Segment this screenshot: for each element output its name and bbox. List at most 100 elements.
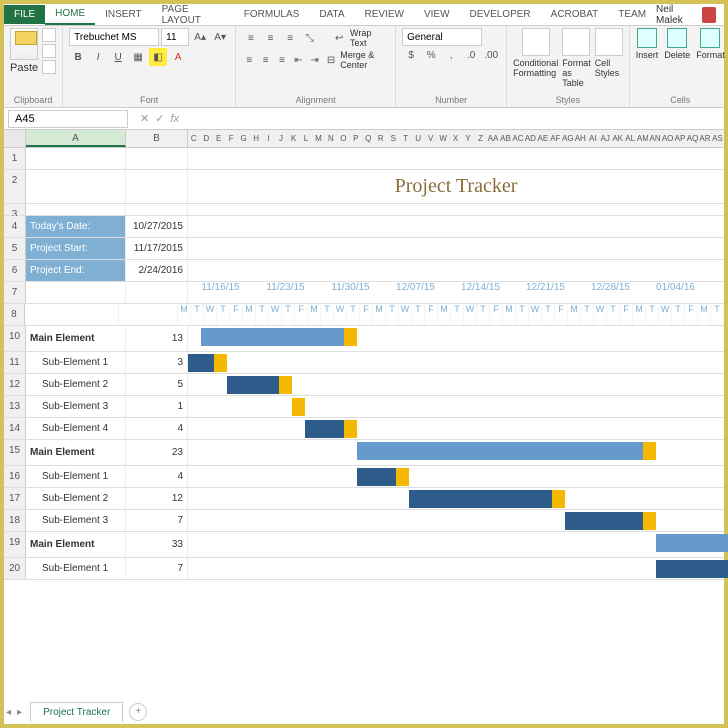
col-header[interactable]: AK [612,130,624,147]
conditional-formatting-button[interactable]: Conditional Formatting [513,28,558,88]
col-header[interactable]: S [388,130,400,147]
row-header[interactable]: 7 [4,282,26,303]
duration-cell[interactable]: 12 [126,488,188,509]
col-header[interactable]: AN [649,130,661,147]
merge-center-button[interactable]: ⊟ [324,51,338,69]
col-header[interactable]: W [437,130,449,147]
col-header[interactable]: AF [550,130,562,147]
col-header[interactable]: T [400,130,412,147]
duration-cell[interactable]: 1 [126,396,188,417]
duration-cell[interactable]: 4 [126,466,188,487]
row-header[interactable]: 18 [4,510,26,531]
tab-team[interactable]: TEAM [608,5,656,24]
wrap-text-button[interactable]: ↩ [330,29,348,47]
name-box[interactable] [8,110,128,128]
duration-cell[interactable]: 7 [126,510,188,531]
duration-cell[interactable]: 33 [126,532,188,557]
task-name-cell[interactable]: Sub-Element 3 [26,396,126,417]
increase-decimal-button[interactable]: .0 [462,46,480,64]
today-value-cell[interactable]: 10/27/2015 [126,216,188,237]
row-header[interactable]: 15 [4,440,26,465]
task-name-cell[interactable]: Main Element [26,326,126,351]
copy-button[interactable] [42,44,56,58]
fx-icon[interactable]: fx [170,113,179,125]
col-header[interactable]: AG [562,130,574,147]
tab-formulas[interactable]: FORMULAS [234,5,310,24]
gantt-cell[interactable] [188,488,724,509]
italic-button[interactable]: I [89,48,107,66]
duration-cell[interactable]: 5 [126,374,188,395]
cell[interactable] [188,216,724,237]
task-name-cell[interactable]: Sub-Element 4 [26,418,126,439]
select-all-corner[interactable] [4,130,26,147]
sheet-nav-first-icon[interactable]: ◂ [4,707,13,718]
col-header[interactable]: F [225,130,237,147]
duration-cell[interactable]: 7 [126,558,188,579]
font-name-select[interactable] [69,28,159,46]
col-header[interactable]: AD [525,130,537,147]
cell[interactable] [26,170,126,203]
task-name-cell[interactable]: Sub-Element 2 [26,374,126,395]
row-header[interactable]: 13 [4,396,26,417]
col-header[interactable]: AS [712,130,724,147]
col-header[interactable]: I [263,130,275,147]
col-header[interactable]: P [350,130,362,147]
row-header[interactable]: 19 [4,532,26,557]
font-color-button[interactable]: A [169,48,187,66]
align-bottom-button[interactable]: ≡ [281,29,299,47]
sheet-nav-last-icon[interactable]: ▸ [15,707,24,718]
col-header[interactable]: H [250,130,262,147]
tab-file[interactable]: FILE [4,5,45,24]
col-header[interactable]: AC [512,130,524,147]
number-format-select[interactable] [402,28,482,46]
col-header[interactable]: Q [363,130,375,147]
col-header[interactable]: AP [674,130,686,147]
cell[interactable] [188,260,724,281]
gantt-cell[interactable] [188,396,724,417]
cell[interactable] [126,282,188,303]
align-top-button[interactable]: ≡ [242,29,260,47]
col-header[interactable]: AQ [687,130,699,147]
col-header[interactable]: E [213,130,225,147]
col-header-b[interactable]: B [126,130,188,147]
col-header[interactable]: J [275,130,287,147]
format-cells-button[interactable]: Format [696,28,725,60]
col-header[interactable]: C [188,130,200,147]
paste-button[interactable]: Paste [10,28,38,74]
end-label-cell[interactable]: Project End: [26,260,126,281]
cell[interactable] [26,204,126,215]
comma-button[interactable]: , [442,46,460,64]
col-header[interactable]: AJ [599,130,611,147]
task-name-cell[interactable]: Sub-Element 1 [26,466,126,487]
tab-data[interactable]: DATA [309,5,354,24]
tab-acrobat[interactable]: ACROBAT [541,5,609,24]
today-label-cell[interactable]: Today's Date: [26,216,126,237]
col-header[interactable]: K [288,130,300,147]
decrease-indent-button[interactable]: ⇤ [291,51,305,69]
col-header[interactable]: AA [487,130,499,147]
col-header[interactable]: AH [575,130,587,147]
row-header[interactable]: 14 [4,418,26,439]
insert-cells-button[interactable]: Insert [636,28,659,60]
fill-color-button[interactable]: ◧ [149,48,167,66]
col-header[interactable]: AB [500,130,512,147]
align-left-button[interactable]: ≡ [242,51,256,69]
bold-button[interactable]: B [69,48,87,66]
gantt-cell[interactable] [188,374,724,395]
day-header-row[interactable]: MTWTFMTWTFMTWTFMTWTFMTWTFMTWTFMTWTFMTWTF… [178,304,724,325]
end-value-cell[interactable]: 2/24/2016 [126,260,188,281]
col-header[interactable]: O [338,130,350,147]
align-middle-button[interactable]: ≡ [262,29,280,47]
percent-button[interactable]: % [422,46,440,64]
col-header[interactable]: AO [662,130,674,147]
increase-font-button[interactable]: A▴ [191,28,209,46]
tab-view[interactable]: VIEW [414,5,460,24]
delete-cells-button[interactable]: Delete [664,28,690,60]
border-button[interactable]: ▦ [129,48,147,66]
cell[interactable] [26,282,126,303]
row-header[interactable]: 5 [4,238,26,259]
row-header[interactable]: 4 [4,216,26,237]
col-header[interactable]: D [200,130,212,147]
col-header[interactable]: AR [699,130,711,147]
gantt-cell[interactable] [188,352,724,373]
